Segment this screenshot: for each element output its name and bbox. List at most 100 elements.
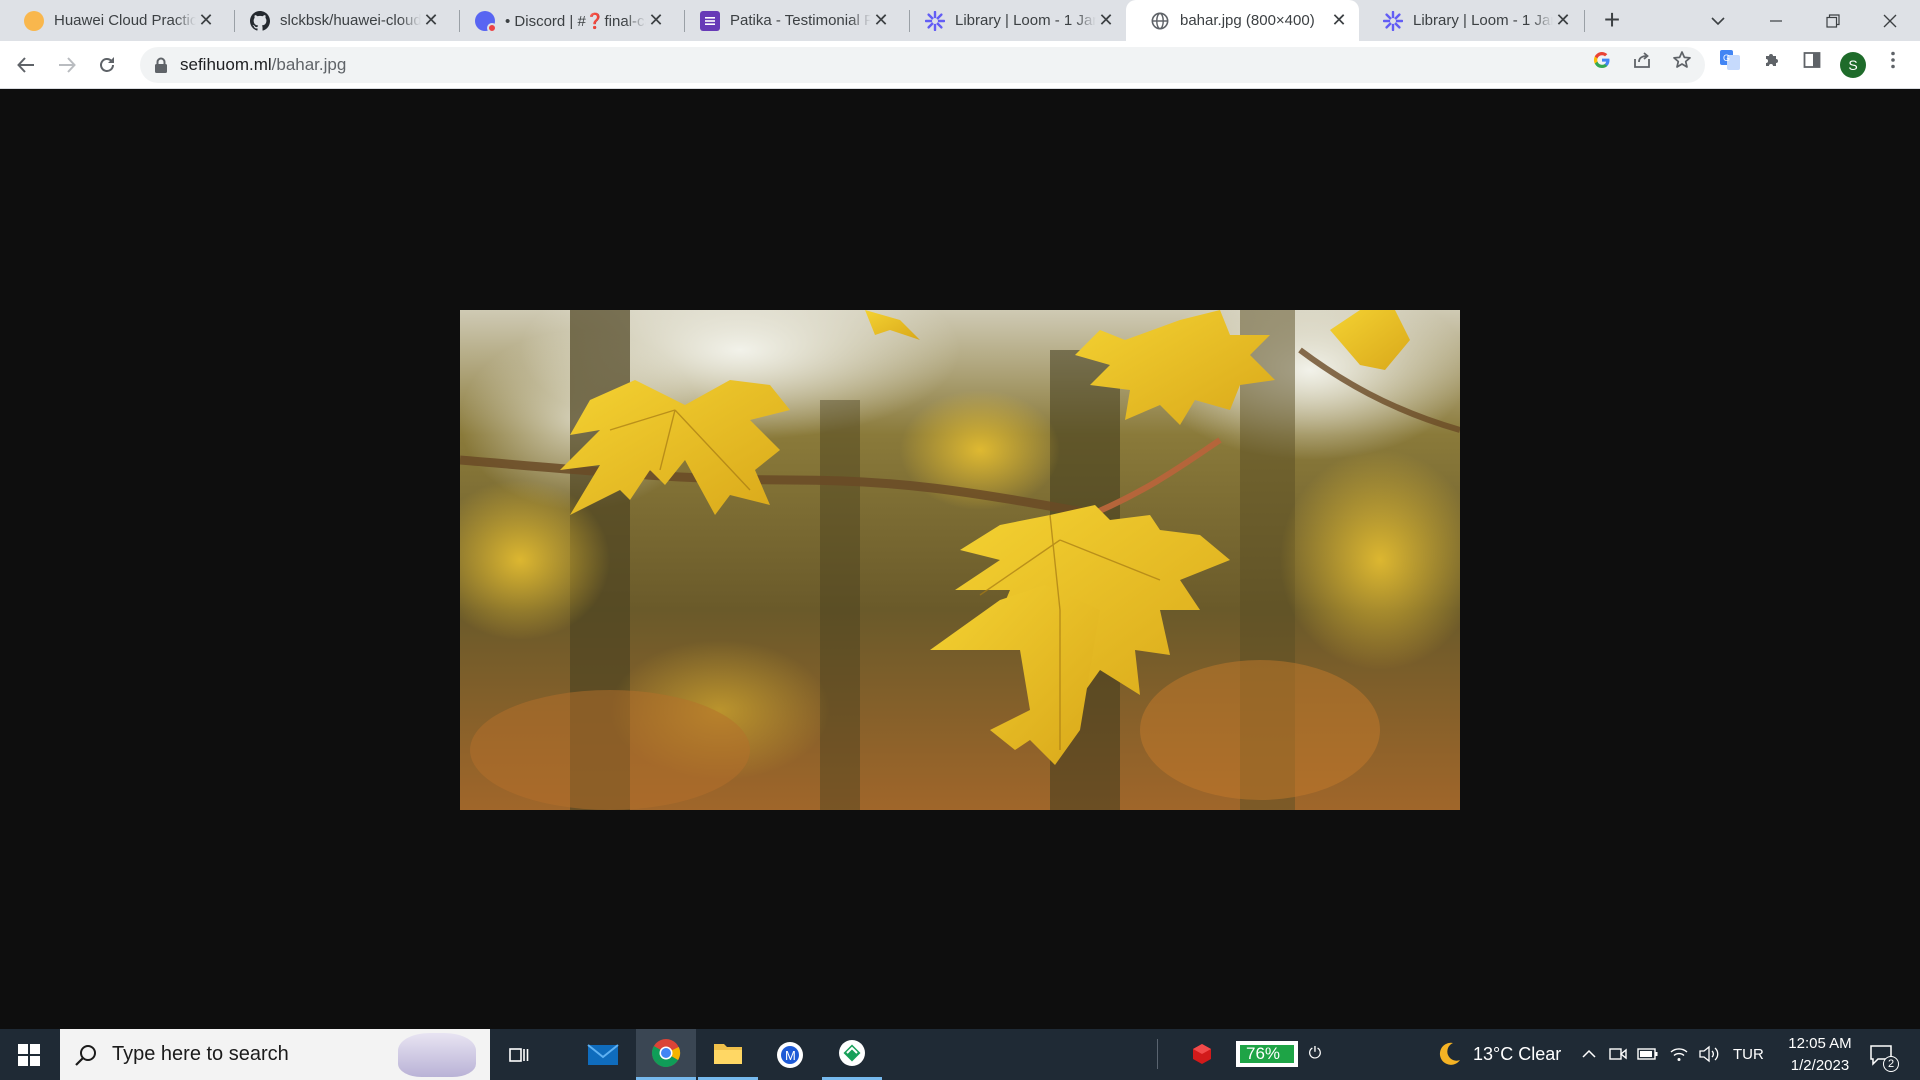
restore-icon — [1826, 13, 1840, 28]
arrow-left-icon — [17, 57, 34, 73]
page-viewport — [0, 89, 1920, 1029]
tab-title: Patika - Testimonial Fo — [730, 12, 871, 29]
close-icon[interactable]: ✕ — [871, 10, 891, 31]
windows-taskbar: Type here to search M 76% ⏻ 13°C Clear T… — [0, 1029, 1920, 1080]
tab-title: Library | Loom - 1 Jan — [1413, 12, 1553, 29]
app-circle-icon: M — [777, 1041, 803, 1068]
tab-title: Library | Loom - 1 Jan — [955, 12, 1096, 29]
battery-percent: 76% — [1240, 1045, 1294, 1063]
close-icon[interactable]: ✕ — [1096, 10, 1116, 31]
svg-text:M: M — [785, 1048, 796, 1063]
tab-bahar-active[interactable]: bahar.jpg (800×400) ✕ — [1126, 0, 1359, 41]
folder-icon — [714, 1044, 742, 1064]
tab-title: slckbsk/huawei-cloud — [280, 12, 421, 29]
tab-title: • Discord | #❓final-ca — [505, 12, 646, 30]
tab-divider — [1584, 10, 1585, 32]
close-icon[interactable]: ✕ — [1329, 10, 1349, 31]
url-path: /bahar.jpg — [271, 55, 347, 74]
start-button[interactable] — [0, 1029, 58, 1080]
wifi-icon[interactable] — [1668, 1043, 1690, 1065]
globe-icon — [1150, 11, 1170, 31]
forward-button[interactable] — [51, 49, 83, 81]
restore-button[interactable] — [1805, 0, 1861, 41]
tab-search-button[interactable] — [1690, 0, 1746, 41]
chevron-up-icon[interactable] — [1578, 1043, 1600, 1065]
taskbar-app-green[interactable] — [822, 1029, 882, 1080]
minimize-button[interactable] — [1748, 0, 1804, 41]
url-domain: sefihuom.ml — [180, 55, 272, 74]
close-window-button[interactable] — [1862, 0, 1918, 41]
tab-discord[interactable]: • Discord | #❓final-ca ✕ — [451, 0, 676, 41]
reload-button[interactable] — [91, 49, 123, 81]
close-icon[interactable]: ✕ — [646, 10, 666, 31]
taskbar-app-blue[interactable]: M — [760, 1029, 820, 1080]
volume-icon[interactable] — [1698, 1043, 1720, 1065]
windows-logo-icon — [18, 1043, 40, 1066]
translate-icon[interactable]: G — [1718, 48, 1742, 72]
new-tab-button[interactable]: + — [1597, 6, 1627, 36]
tab-loom-1[interactable]: Library | Loom - 1 Jan ✕ — [901, 0, 1126, 41]
search-highlight-bear-icon — [398, 1033, 476, 1077]
search-placeholder: Type here to search — [112, 1043, 289, 1065]
taskbar-file-explorer[interactable] — [698, 1029, 758, 1080]
star-icon[interactable] — [1670, 48, 1694, 72]
taskbar-mail[interactable] — [573, 1029, 633, 1080]
mail-icon — [587, 1043, 619, 1065]
close-icon[interactable]: ✕ — [421, 10, 441, 31]
tab-title: bahar.jpg (800×400) — [1180, 12, 1315, 29]
clock[interactable]: 12:05 AM 1/2/2023 — [1770, 1033, 1870, 1077]
huawei-orange-dot-icon — [24, 10, 44, 31]
svg-text:G: G — [1723, 53, 1730, 63]
notification-center-button[interactable]: 2 — [1866, 1041, 1899, 1072]
tab-title: Huawei Cloud Practice — [54, 12, 196, 29]
task-view-icon — [509, 1047, 529, 1062]
arrow-right-icon — [59, 57, 76, 73]
reload-icon — [100, 57, 114, 72]
google-lens-icon[interactable] — [1590, 48, 1614, 72]
close-icon[interactable]: ✕ — [196, 10, 216, 31]
notification-count: 2 — [1883, 1056, 1899, 1072]
meet-camera-icon[interactable] — [1607, 1043, 1629, 1065]
side-panel-icon[interactable] — [1800, 48, 1824, 72]
profile-avatar[interactable]: S — [1840, 52, 1866, 78]
tab-strip: Huawei Cloud Practice ✕ slckbsk/huawei-c… — [0, 0, 1920, 41]
search-icon — [75, 1044, 96, 1066]
tray-red-app-icon[interactable] — [1189, 1041, 1215, 1067]
task-view-button[interactable] — [489, 1029, 549, 1080]
back-button[interactable] — [10, 49, 42, 81]
loom-icon — [1383, 10, 1403, 31]
chrome-icon — [651, 1039, 681, 1068]
chevron-down-icon — [1711, 16, 1725, 25]
minimize-icon — [1770, 19, 1782, 22]
address-bar[interactable]: sefihuom.ml/bahar.jpg — [140, 47, 1705, 83]
battery-meter-badge[interactable]: 76% — [1236, 1041, 1298, 1067]
clock-time: 12:05 AM — [1788, 1035, 1852, 1052]
forms-icon — [700, 10, 720, 31]
tab-github[interactable]: slckbsk/huawei-cloud ✕ — [226, 0, 451, 41]
url-text[interactable]: sefihuom.ml/bahar.jpg — [180, 55, 346, 75]
browser-toolbar: sefihuom.ml/bahar.jpg G S — [0, 41, 1920, 89]
plug-icon: ⏻ — [1308, 1045, 1322, 1062]
tab-loom-2[interactable]: Library | Loom - 1 Jan ✕ — [1359, 0, 1583, 41]
tab-patika[interactable]: Patika - Testimonial Fo ✕ — [676, 0, 901, 41]
extensions-puzzle-icon[interactable] — [1760, 48, 1784, 72]
lock-icon[interactable] — [152, 56, 170, 74]
taskbar-chrome[interactable] — [636, 1029, 696, 1080]
taskbar-divider — [1157, 1039, 1158, 1069]
clock-date: 1/2/2023 — [1790, 1057, 1850, 1074]
tab-huawei[interactable]: Huawei Cloud Practice ✕ — [0, 0, 226, 41]
app-diamond-icon — [839, 1040, 865, 1066]
github-icon — [250, 10, 270, 31]
loom-icon — [925, 10, 945, 31]
close-icon[interactable]: ✕ — [1553, 10, 1573, 31]
input-language[interactable]: TUR — [1733, 1046, 1764, 1063]
battery-icon[interactable] — [1637, 1043, 1659, 1065]
weather-text[interactable]: 13°C Clear — [1473, 1044, 1561, 1065]
close-icon — [1883, 14, 1897, 27]
kebab-menu-icon[interactable] — [1881, 48, 1905, 72]
discord-icon — [475, 10, 497, 33]
displayed-image-yellow-maple-leaves[interactable] — [460, 310, 1460, 810]
taskbar-search-input[interactable]: Type here to search — [60, 1029, 490, 1080]
moon-icon[interactable] — [1434, 1039, 1464, 1069]
share-icon[interactable] — [1630, 48, 1654, 72]
